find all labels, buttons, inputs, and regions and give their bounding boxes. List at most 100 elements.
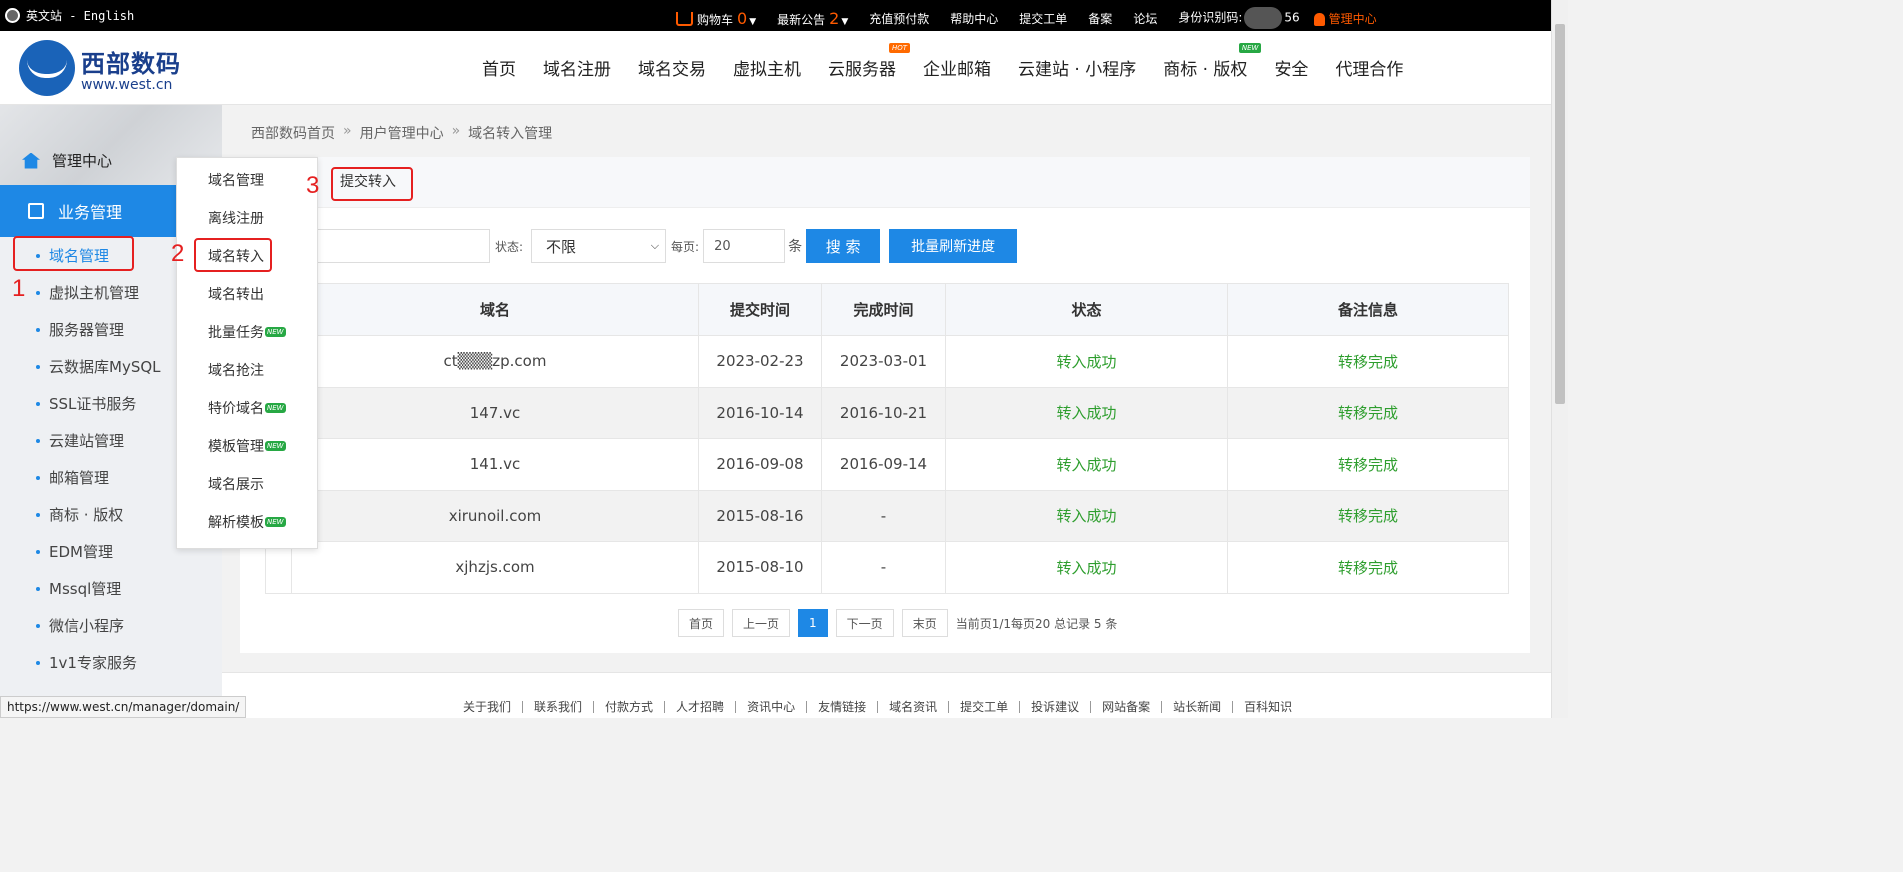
page-scrollbar[interactable]: [1551, 0, 1568, 718]
footer-link[interactable]: 联系我们: [523, 701, 595, 713]
note-cell: 转移完成: [1227, 489, 1509, 542]
menu-item-domain-manage[interactable]: 域名管理: [208, 170, 264, 190]
table-header: 域名: [291, 283, 699, 336]
chevron-right-icon: »: [343, 123, 352, 139]
search-row: 状态: 不限 ⌵ 每页: 20 条 搜 索 批量刷新进度: [316, 229, 1018, 263]
nav-domain-register[interactable]: 域名注册: [543, 55, 611, 80]
domain-cell[interactable]: 147.vc: [291, 386, 699, 439]
finish-date-cell: 2016-09-14: [821, 438, 946, 491]
menu-item-domain-showcase[interactable]: 域名展示: [208, 474, 264, 494]
scrollbar-thumb[interactable]: [1555, 24, 1565, 404]
footer-link[interactable]: 友情链接: [807, 701, 879, 713]
domain-submenu: 域名管理 离线注册 域名转入 域名转出 批量任务 NEW 域名抢注 特价域名 NEW…: [176, 157, 318, 549]
status-cell: 转入成功: [945, 489, 1228, 542]
footer-link[interactable]: 域名资讯: [878, 701, 950, 713]
caret-down-icon: ▼: [841, 16, 849, 27]
footer-link[interactable]: 提交工单: [949, 701, 1021, 713]
status-cell: 转入成功: [945, 335, 1228, 388]
recharge-link[interactable]: 充值预付款: [869, 10, 929, 27]
footer-link[interactable]: 资讯中心: [736, 701, 808, 713]
transfer-table: 域名 提交时间 完成时间 状态 备注信息 ct▒▒▒zp.com 2023-02…: [265, 283, 1509, 594]
note-cell: 转移完成: [1227, 386, 1509, 439]
home-icon: [22, 152, 40, 169]
domain-cell[interactable]: xirunoil.com: [291, 489, 699, 542]
search-button[interactable]: 搜 索: [806, 229, 881, 263]
note-cell: 转移完成: [1227, 541, 1509, 594]
new-badge: NEW: [265, 327, 286, 337]
menu-item-dns-template[interactable]: 解析模板 NEW: [208, 512, 286, 532]
row-checkbox[interactable]: [265, 541, 292, 594]
language-switch[interactable]: 英文站 - English: [5, 7, 134, 24]
domain-cell[interactable]: ct▒▒▒zp.com: [291, 335, 699, 388]
nav-security[interactable]: 安全: [1274, 55, 1308, 80]
page-current-button[interactable]: 1: [798, 609, 828, 637]
table-header: 状态: [945, 283, 1228, 336]
main-nav: 首页 域名注册 域名交易 虚拟主机 云服务器 HOT 企业邮箱 云建站 · 小程序…: [482, 43, 1430, 80]
nav-site-builder[interactable]: 云建站 · 小程序: [1018, 55, 1136, 80]
status-url-bar: https://www.west.cn/manager/domain/: [0, 696, 247, 718]
page-last-button[interactable]: 末页: [901, 609, 948, 637]
forum-link[interactable]: 论坛: [1133, 10, 1157, 27]
hot-badge: HOT: [888, 43, 910, 53]
menu-item-domain-snap[interactable]: 域名抢注: [208, 360, 264, 380]
nav-domain-trade[interactable]: 域名交易: [638, 55, 706, 80]
table-row: xjhzjs.com 2015-08-10 - 转入成功 转移完成: [265, 541, 1509, 594]
submit-date-cell: 2015-08-16: [698, 489, 822, 542]
finish-date-cell: -: [821, 489, 946, 542]
nav-cloud-server[interactable]: 云服务器 HOT: [828, 43, 910, 80]
footer-link[interactable]: 付款方式: [594, 701, 666, 713]
footer-link[interactable]: 关于我们: [452, 701, 524, 713]
domain-cell[interactable]: xjhzjs.com: [291, 541, 699, 594]
nav-home[interactable]: 首页: [482, 55, 516, 80]
menu-item-special-domain[interactable]: 特价域名 NEW: [208, 398, 286, 418]
nav-agency[interactable]: 代理合作: [1335, 55, 1403, 80]
domain-cell[interactable]: 141.vc: [291, 438, 699, 491]
footer-link[interactable]: 百科知识: [1233, 701, 1303, 713]
batch-refresh-button[interactable]: 批量刷新进度: [889, 229, 1018, 263]
breadcrumb-home[interactable]: 西部数码首页: [251, 123, 335, 143]
menu-item-offline-register[interactable]: 离线注册: [208, 208, 264, 228]
menu-item-template-manage[interactable]: 模板管理 NEW: [208, 436, 286, 456]
pagination: 首页 上一页 1 下一页 末页 当前页1/1每页20 总记录 5 条: [678, 609, 1117, 637]
annotation-number-1: 1: [12, 275, 26, 302]
ticket-link[interactable]: 提交工单: [1019, 10, 1067, 27]
page-next-button[interactable]: 下一页: [835, 609, 894, 637]
help-link[interactable]: 帮助中心: [950, 10, 998, 27]
note-cell: 转移完成: [1227, 438, 1509, 491]
table-row: ct▒▒▒zp.com 2023-02-23 2023-03-01 转入成功 转…: [265, 335, 1509, 388]
site-logo[interactable]: 西部数码 www.west.cn: [19, 40, 181, 96]
tab-bar: 提交转入: [240, 157, 1530, 208]
new-badge: NEW: [265, 441, 286, 451]
sidebar-home[interactable]: 管理中心: [22, 150, 112, 171]
nav-enterprise-mail[interactable]: 企业邮箱: [923, 55, 991, 80]
unit-label: 条: [788, 239, 803, 255]
calendar-icon: [28, 203, 44, 219]
page-prev-button[interactable]: 上一页: [732, 609, 791, 637]
footer-link[interactable]: 网站备案: [1091, 701, 1163, 713]
annotation-box-3: [331, 167, 413, 201]
sidebar-item-expert[interactable]: 1v1专家服务: [0, 644, 222, 681]
manage-center-link[interactable]: 管理中心: [1313, 10, 1377, 27]
domain-search-input[interactable]: [316, 229, 490, 263]
sidebar-item-wechat[interactable]: 微信小程序: [0, 607, 222, 644]
sidebar-item-mssql[interactable]: Mssql管理: [0, 570, 222, 607]
table-row: 141.vc 2016-09-08 2016-09-14 转入成功 转移完成: [265, 438, 1509, 491]
breadcrumb-user-center[interactable]: 用户管理中心: [360, 123, 444, 143]
chevron-down-icon: ⌵: [650, 239, 660, 252]
notice-link[interactable]: 最新公告 2 ▼: [777, 9, 848, 28]
annotation-number-3: 3: [306, 172, 320, 199]
nav-trademark[interactable]: 商标 · 版权 NEW: [1163, 43, 1262, 80]
beian-link[interactable]: 备案: [1088, 10, 1112, 27]
footer-link[interactable]: 投诉建议: [1020, 701, 1092, 713]
menu-item-domain-transfer-out[interactable]: 域名转出: [208, 284, 264, 304]
nav-virtual-host[interactable]: 虚拟主机: [733, 55, 801, 80]
menu-item-batch-task[interactable]: 批量任务 NEW: [208, 322, 286, 342]
footer-link[interactable]: 站长新闻: [1162, 701, 1234, 713]
cart-link[interactable]: 购物车 0 ▼: [676, 9, 756, 28]
language-label: 英文站 - English: [26, 9, 135, 23]
status-cell: 转入成功: [945, 386, 1228, 439]
page-first-button[interactable]: 首页: [678, 609, 725, 637]
status-select[interactable]: 不限 ⌵: [531, 229, 667, 263]
footer-link[interactable]: 人才招聘: [665, 701, 737, 713]
perpage-input[interactable]: 20: [703, 229, 786, 263]
